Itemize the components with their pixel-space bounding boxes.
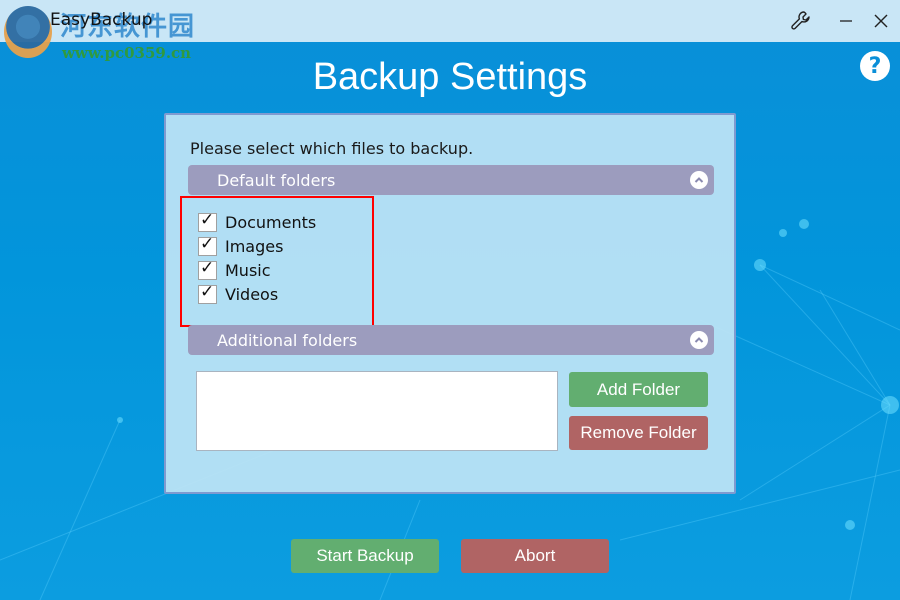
- window-title: EasyBackup: [50, 10, 153, 30]
- checkbox-label: Images: [225, 236, 284, 256]
- abort-button[interactable]: Abort: [461, 539, 609, 573]
- checkmark-icon: ✓: [200, 209, 215, 230]
- additional-folders-label: Additional folders: [217, 331, 358, 350]
- checkbox-label: Videos: [225, 284, 279, 304]
- minimize-button[interactable]: [832, 8, 860, 34]
- chevron-up-icon: [694, 337, 704, 343]
- settings-button[interactable]: [787, 8, 815, 34]
- chevron-up-icon: [694, 177, 704, 183]
- additional-folders-list[interactable]: [196, 371, 558, 451]
- app-logo-icon: [4, 6, 52, 58]
- start-backup-button[interactable]: Start Backup: [291, 539, 439, 573]
- default-folders-collapse-button[interactable]: [690, 171, 708, 189]
- wrench-icon: [791, 11, 810, 30]
- checkmark-icon: ✓: [200, 233, 215, 254]
- checkbox[interactable]: ✓: [198, 209, 217, 232]
- remove-folder-button[interactable]: Remove Folder: [569, 416, 708, 450]
- checkbox-label: Music: [225, 260, 271, 280]
- checkmark-icon: ✓: [200, 281, 215, 302]
- default-folders-label: Default folders: [217, 171, 336, 190]
- close-icon: [874, 14, 888, 28]
- title-bar: 河东软件园 EasyBackup: [0, 0, 900, 58]
- add-folder-button[interactable]: Add Folder: [569, 372, 708, 407]
- backup-settings-panel: Please select which files to backup. Def…: [164, 113, 736, 494]
- default-folders-header[interactable]: Default folders: [188, 165, 714, 195]
- checkbox[interactable]: ✓: [198, 233, 217, 256]
- close-button[interactable]: [867, 8, 895, 34]
- checkbox-videos[interactable]: ✓ Videos: [198, 281, 279, 305]
- checkbox-label: Documents: [225, 212, 317, 232]
- additional-folders-header[interactable]: Additional folders: [188, 325, 714, 355]
- checkmark-icon: ✓: [200, 257, 215, 278]
- checkbox-images[interactable]: ✓ Images: [198, 233, 284, 257]
- additional-folders-collapse-button[interactable]: [690, 331, 708, 349]
- checkbox-music[interactable]: ✓ Music: [198, 257, 271, 281]
- minimize-icon: [840, 20, 852, 22]
- checkbox[interactable]: ✓: [198, 257, 217, 280]
- checkbox[interactable]: ✓: [198, 281, 217, 304]
- checkbox-documents[interactable]: ✓ Documents: [198, 209, 317, 233]
- page-title: Backup Settings: [312, 56, 588, 98]
- instructions-text: Please select which files to backup.: [190, 139, 474, 158]
